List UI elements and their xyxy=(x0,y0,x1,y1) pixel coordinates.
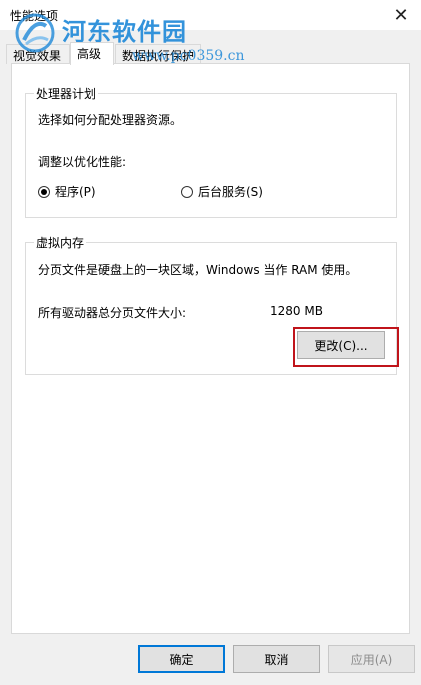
tab-visual-effects[interactable]: 视觉效果 xyxy=(6,44,70,64)
radio-programs[interactable]: 程序(P) xyxy=(38,183,96,200)
virtual-memory-group: 虚拟内存 分页文件是硬盘上的一块区域，Windows 当作 RAM 使用。 所有… xyxy=(25,234,399,375)
ok-button[interactable]: 确定 xyxy=(138,645,225,673)
cancel-button[interactable]: 取消 xyxy=(233,645,320,673)
close-button[interactable]: ✕ xyxy=(381,0,421,30)
title-bar: 性能选项 ✕ xyxy=(0,0,421,30)
total-paging-label: 所有驱动器总分页文件大小: xyxy=(38,306,187,320)
apply-button[interactable]: 应用(A) xyxy=(328,645,415,673)
apply-button-label: 应用(A) xyxy=(350,652,393,667)
change-button[interactable]: 更改(C)... xyxy=(297,331,385,359)
virtual-memory-group-title: 虚拟内存 xyxy=(34,234,87,251)
radio-background-services[interactable]: 后台服务(S) xyxy=(181,183,263,200)
radio-unchecked-icon xyxy=(181,185,193,198)
close-icon: ✕ xyxy=(393,4,409,26)
cancel-button-label: 取消 xyxy=(264,652,289,667)
tab-dep[interactable]: 数据执行保护 xyxy=(115,44,201,64)
processor-scheduling-group: 处理器计划 选择如何分配处理器资源。 调整以优化性能: 程序(P) 后台服务(S… xyxy=(25,85,397,218)
tab-label: 视觉效果 xyxy=(13,49,62,63)
total-paging-value: 1280 MB xyxy=(270,304,323,318)
processor-group-title: 处理器计划 xyxy=(34,85,99,102)
virtual-memory-description: 分页文件是硬盘上的一块区域，Windows 当作 RAM 使用。 xyxy=(38,263,358,277)
window-title: 性能选项 xyxy=(10,9,59,23)
processor-description: 选择如何分配处理器资源。 xyxy=(38,113,183,127)
tab-label: 数据执行保护 xyxy=(122,49,195,63)
radio-label: 程序(P) xyxy=(55,185,96,199)
radio-label: 后台服务(S) xyxy=(198,185,263,199)
radio-checked-icon xyxy=(38,185,50,198)
adjust-label: 调整以优化性能: xyxy=(38,155,127,169)
tab-advanced[interactable]: 高级 xyxy=(70,42,114,65)
ok-button-label: 确定 xyxy=(169,652,194,667)
tab-label: 高级 xyxy=(77,47,102,61)
tab-panel-advanced: 处理器计划 选择如何分配处理器资源。 调整以优化性能: 程序(P) 后台服务(S… xyxy=(11,63,410,634)
change-button-label: 更改(C)... xyxy=(314,338,368,353)
